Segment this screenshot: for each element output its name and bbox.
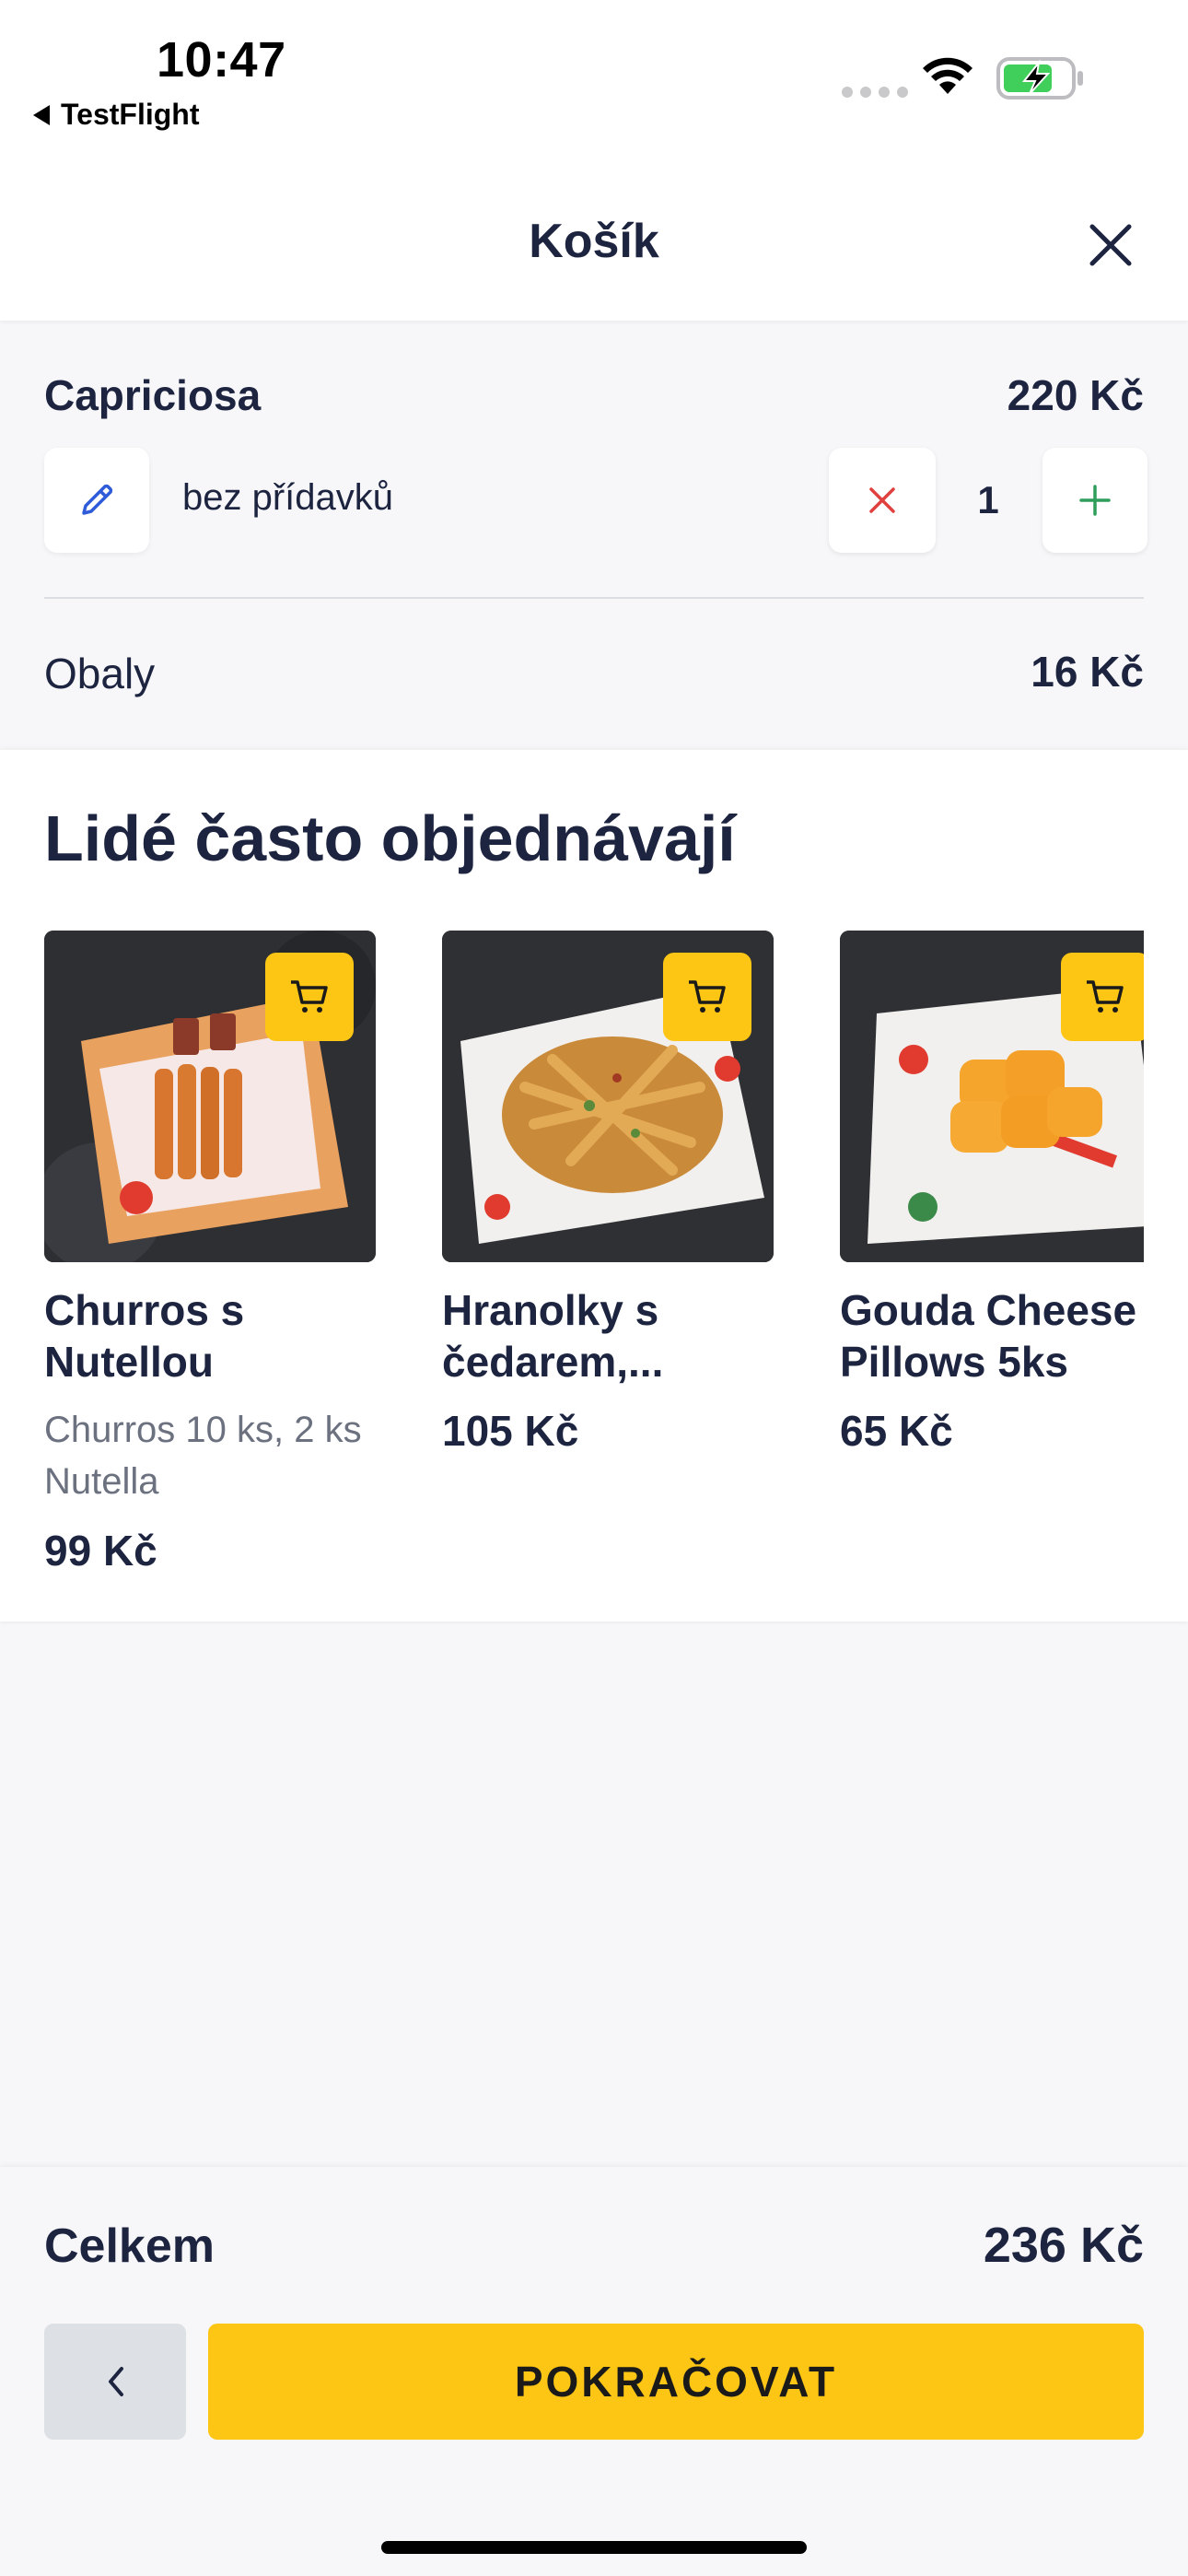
recommendations-title: Lidé často objednávají: [44, 802, 736, 874]
total-price: 236 Kč: [983, 2218, 1144, 2273]
back-app-label: TestFlight: [61, 98, 200, 131]
product-name: Hranolky s čedarem,...: [442, 1286, 664, 1386]
close-icon: [1089, 224, 1132, 266]
product-card[interactable]: Gouda Cheese Pillows 5ks 65 Kč: [840, 931, 1144, 1456]
cart-item-name: Capriciosa: [44, 371, 262, 419]
recommendations-carousel[interactable]: Churros s Nutellou Churros 10 ks, 2 ks N…: [0, 921, 1144, 1622]
product-name: Gouda Cheese Pillows 5ks: [840, 1286, 1137, 1386]
product-price: 99 Kč: [44, 1527, 157, 1575]
cart-icon: [1087, 980, 1124, 1013]
packaging-price: 16 Kč: [1031, 648, 1144, 696]
remove-icon: [869, 487, 895, 513]
product-card[interactable]: Churros s Nutellou Churros 10 ks, 2 ks N…: [44, 931, 376, 1575]
battery-charging-icon: [996, 57, 1085, 104]
wifi-icon: [919, 53, 976, 100]
product-image: [44, 931, 376, 1262]
status-time: 10:47: [157, 32, 286, 88]
product-price: 105 Kč: [442, 1407, 579, 1455]
home-indicator[interactable]: [381, 2541, 807, 2554]
divider: [44, 597, 1144, 599]
add-to-cart-button[interactable]: [265, 953, 354, 1041]
cart-icon: [689, 980, 726, 1013]
cart-item-note: bez přídavků: [182, 477, 394, 518]
increase-quantity-button[interactable]: [1042, 448, 1147, 553]
edit-item-button[interactable]: [44, 448, 149, 553]
product-description: Churros 10 ks, 2 ks Nutella: [44, 1410, 362, 1502]
cart-item-price: 220 Kč: [1007, 371, 1144, 419]
quantity-value: 1: [977, 478, 999, 521]
remove-item-button[interactable]: [829, 448, 936, 553]
continue-button[interactable]: POKRAČOVAT: [208, 2324, 1144, 2440]
packaging-label: Obaly: [44, 650, 156, 697]
total-label: Celkem: [44, 2219, 215, 2273]
page-title: Košík: [529, 215, 659, 268]
plus-icon: [1079, 485, 1111, 516]
add-to-cart-button[interactable]: [663, 953, 751, 1041]
product-image: [840, 931, 1144, 1262]
product-card[interactable]: Hranolky s čedarem,... 105 Kč: [442, 931, 774, 1456]
back-to-app-link[interactable]: TestFlight: [33, 98, 200, 132]
close-button[interactable]: [1083, 217, 1138, 273]
product-price: 65 Kč: [840, 1407, 953, 1455]
product-image: [442, 931, 774, 1262]
cart-icon: [291, 980, 328, 1013]
back-button[interactable]: [44, 2324, 186, 2440]
add-to-cart-button[interactable]: [1061, 953, 1144, 1041]
back-triangle-icon: [33, 104, 50, 125]
pencil-icon: [82, 484, 113, 515]
chevron-left-icon: [109, 2367, 123, 2396]
cellular-signal-icon: [842, 87, 908, 98]
product-name: Churros s Nutellou: [44, 1286, 245, 1386]
